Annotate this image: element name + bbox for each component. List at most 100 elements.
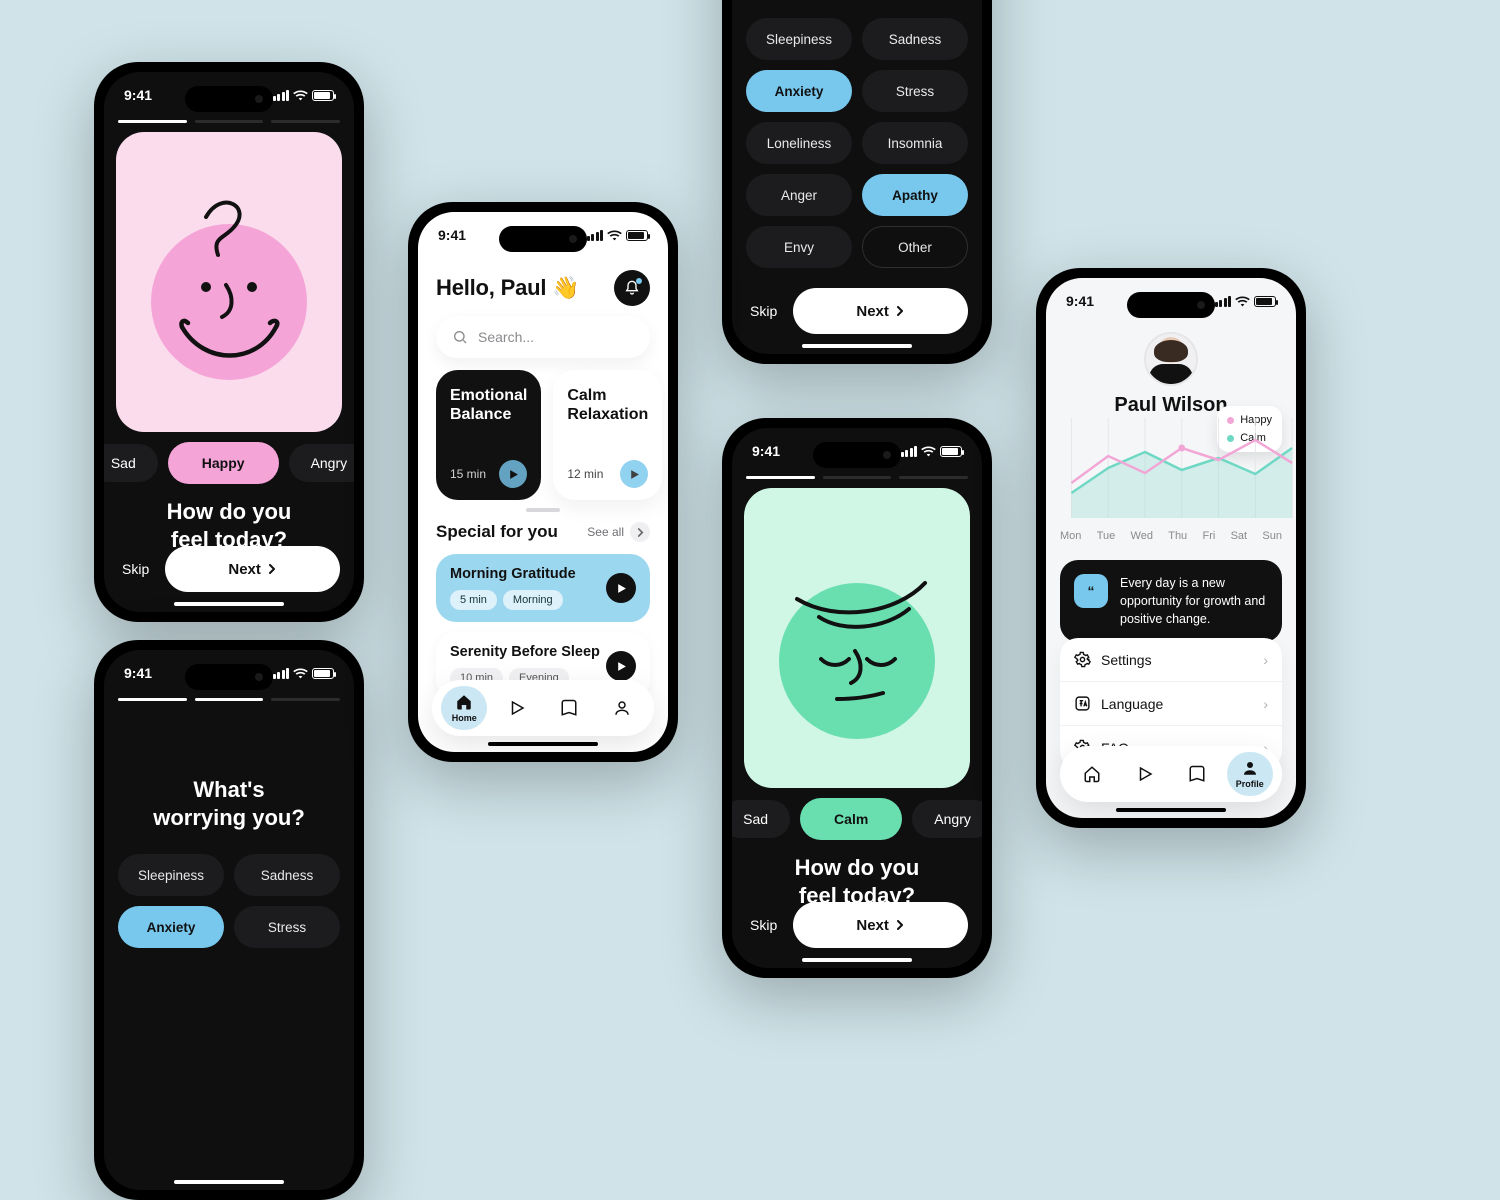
question-text: How do youfeel today? (732, 854, 982, 909)
worry-chip[interactable]: Sadness (862, 18, 968, 60)
drag-handle[interactable] (526, 508, 560, 512)
home-icon (1083, 765, 1101, 783)
progress-segments (118, 120, 340, 123)
progress-segments (746, 476, 968, 479)
chart-axis-days: MonTueWedThuFriSatSun (1060, 530, 1282, 542)
next-button[interactable]: Next (793, 288, 968, 334)
tab-library[interactable] (546, 686, 592, 730)
skip-button[interactable]: Skip (118, 551, 153, 587)
worry-chip-selected[interactable]: Apathy (862, 174, 968, 216)
play-button[interactable] (606, 651, 636, 681)
worry-chip-selected[interactable]: Anxiety (118, 906, 224, 948)
chevron-right-icon (267, 564, 277, 574)
profile-name: Paul Wilson (1114, 394, 1227, 417)
progress-segments (118, 698, 340, 701)
language-icon (1074, 695, 1091, 712)
session-title: Serenity Before Sleep (450, 644, 600, 660)
quote-icon: “ (1074, 574, 1108, 608)
home-icon (455, 693, 473, 711)
section-title: Special for you (436, 522, 558, 542)
worry-chip-other[interactable]: Other (862, 226, 968, 268)
status-indicators (587, 230, 649, 241)
gear-icon (1074, 651, 1091, 668)
session-card-calm-relaxation[interactable]: CalmRelaxation 12 min (553, 370, 662, 500)
mood-chip-calm[interactable]: Calm (800, 798, 902, 840)
worry-chip[interactable]: Anger (746, 174, 852, 216)
tab-play[interactable] (494, 686, 540, 730)
worry-chip[interactable]: Envy (746, 226, 852, 268)
book-icon (1188, 765, 1206, 783)
notification-dot-icon (636, 278, 642, 284)
status-time: 9:41 (438, 227, 466, 243)
worry-chip[interactable]: Stress (234, 906, 340, 948)
mood-chart (1054, 418, 1296, 528)
tab-profile[interactable] (599, 686, 645, 730)
play-icon (616, 661, 627, 672)
settings-row-settings[interactable]: Settings › (1060, 638, 1282, 681)
play-outline-icon (1136, 765, 1154, 783)
skip-button[interactable]: Skip (746, 293, 781, 329)
mood-chip-sad[interactable]: Sad (732, 800, 790, 838)
tab-library[interactable] (1174, 752, 1220, 796)
tab-bar: Profile (1060, 746, 1282, 802)
play-icon (616, 583, 627, 594)
status-indicators (273, 668, 335, 679)
calm-face-icon (757, 533, 957, 743)
status-indicators (1215, 296, 1277, 307)
worry-chip[interactable]: Stress (862, 70, 968, 112)
mood-chip-angry[interactable]: Angry (289, 444, 354, 482)
search-input[interactable]: Search... (436, 316, 650, 358)
mood-chip-sad[interactable]: Sad (104, 444, 158, 482)
session-title: Morning Gratitude (450, 566, 576, 582)
user-icon (1241, 759, 1259, 777)
chevron-right-icon: › (1263, 696, 1268, 712)
status-indicators (273, 90, 335, 101)
worry-chip[interactable]: Sleepiness (746, 18, 852, 60)
chevron-right-icon (636, 528, 645, 537)
user-icon (613, 699, 631, 717)
skip-button[interactable]: Skip (746, 907, 781, 943)
tab-profile[interactable]: Profile (1227, 752, 1273, 796)
question-text: What'sworrying you? (104, 776, 354, 831)
worry-chip[interactable]: Sleepiness (118, 854, 224, 896)
tab-play[interactable] (1122, 752, 1168, 796)
session-duration: 15 min (450, 467, 486, 481)
notifications-button[interactable] (614, 270, 650, 306)
worry-chip-selected[interactable]: Anxiety (746, 70, 852, 112)
play-button[interactable] (606, 573, 636, 603)
mood-illustration-card (116, 132, 342, 432)
session-row-morning-gratitude[interactable]: Morning Gratitude 5 minMorning (436, 554, 650, 622)
worry-chip[interactable]: Sadness (234, 854, 340, 896)
play-button[interactable] (499, 460, 527, 488)
mood-chip-row: Sad Calm Angry (732, 798, 982, 840)
worry-chip[interactable]: Loneliness (746, 122, 852, 164)
chevron-right-icon (895, 306, 905, 316)
chevron-right-icon (895, 920, 905, 930)
mood-illustration-card (744, 488, 970, 788)
see-all-link[interactable]: See all (587, 522, 650, 542)
play-outline-icon (508, 699, 526, 717)
tab-bar: Home (432, 680, 654, 736)
play-button[interactable] (620, 460, 648, 488)
play-icon (629, 469, 640, 480)
session-duration: 12 min (567, 467, 603, 481)
next-button[interactable]: Next (165, 546, 340, 592)
mood-chip-angry[interactable]: Angry (912, 800, 982, 838)
quote-card: “ Every day is a new opportunity for gro… (1060, 560, 1282, 642)
status-time: 9:41 (752, 443, 780, 459)
status-time: 9:41 (124, 87, 152, 103)
mood-chip-happy[interactable]: Happy (168, 442, 279, 484)
tab-home[interactable]: Home (441, 686, 487, 730)
status-indicators (901, 446, 963, 457)
worry-chip-grid: Sleepiness Sadness Anxiety Stress (118, 854, 340, 948)
settings-row-language[interactable]: Language › (1060, 681, 1282, 725)
avatar[interactable] (1144, 332, 1198, 386)
session-card-emotional-balance[interactable]: EmotionalBalance 15 min (436, 370, 541, 500)
status-time: 9:41 (124, 665, 152, 681)
tab-home[interactable] (1069, 752, 1115, 796)
search-placeholder: Search... (478, 329, 534, 345)
next-button[interactable]: Next (793, 902, 968, 948)
play-icon (508, 469, 519, 480)
question-text: How do youfeel today? (104, 498, 354, 553)
worry-chip[interactable]: Insomnia (862, 122, 968, 164)
